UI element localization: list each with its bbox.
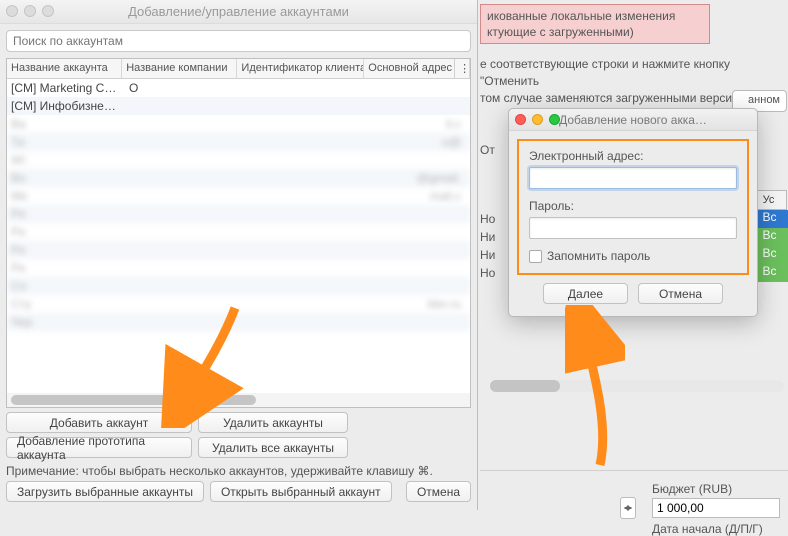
table-cell: Pe [7, 225, 125, 239]
table-cell: Pe [7, 243, 125, 257]
table-cell: bler.ru [373, 297, 465, 311]
table-cell: Bo [7, 171, 125, 185]
table-row[interactable]: [CM] Marketing Co…O [7, 79, 470, 97]
window-controls [515, 114, 560, 125]
table-row[interactable]: Me mail.c [7, 187, 470, 205]
delete-all-button[interactable]: Удалить все аккаунты [198, 437, 348, 458]
table-row[interactable]: Pe [7, 205, 470, 223]
table-cell: O [125, 81, 243, 95]
delete-accounts-button[interactable]: Удалить аккаунты [198, 412, 348, 433]
remember-checkbox[interactable] [529, 250, 542, 263]
col-account-name[interactable]: Название аккаунта [7, 59, 122, 78]
col-client-id[interactable]: Идентификатор клиента [237, 59, 364, 78]
close-icon[interactable] [515, 114, 526, 125]
table-row[interactable]: Та u@ [7, 133, 470, 151]
table-cell: mail.c [373, 189, 465, 203]
email-field[interactable] [529, 167, 737, 189]
budget-input[interactable] [652, 498, 780, 518]
table-body: [CM] Marketing Co…O[CM] Инфобизнес…Bail.… [7, 79, 470, 331]
col-primary-address[interactable]: Основной адрес [364, 59, 454, 78]
table-header: Название аккаунта Название компании Иден… [7, 59, 470, 79]
table-cell: Чер [7, 315, 125, 329]
zoom-icon[interactable] [549, 114, 560, 125]
zoom-icon[interactable] [42, 5, 54, 17]
highlight-box: Электронный адрес: Пароль: Запомнить пар… [517, 139, 749, 275]
note-line: е соответствующие строки и нажмите кнопк… [480, 56, 780, 90]
add-account-button[interactable]: Добавить аккаунт [6, 412, 192, 433]
accounts-table: Название аккаунта Название компании Иден… [6, 58, 471, 408]
table-cell: [CM] Инфобизнес… [7, 99, 125, 113]
minimize-icon[interactable] [532, 114, 543, 125]
table-cell: Сту [7, 297, 125, 311]
email-label: Электронный адрес: [529, 149, 737, 163]
table-cell: Pe [7, 207, 125, 221]
window-controls [6, 5, 54, 17]
selection-hint: Примечание: чтобы выбрать несколько акка… [0, 460, 477, 482]
table-row[interactable]: Pe [7, 223, 470, 241]
bg-note: е соответствующие строки и нажмите кнопк… [480, 56, 780, 90]
bg-scrollbar-thumb[interactable] [490, 380, 560, 392]
add-account-window: Добавление нового акка… Электронный адре… [508, 108, 758, 317]
h-scrollbar-thumb[interactable] [11, 395, 256, 405]
load-selected-button[interactable]: Загрузить выбранные аккаунты [6, 481, 204, 502]
minimize-icon[interactable] [24, 5, 36, 17]
table-cell: @gmail. [373, 171, 465, 185]
remember-label: Запомнить пароль [547, 249, 650, 263]
date-label: Дата начала (Д/П/Г) [652, 522, 763, 536]
password-label: Пароль: [529, 199, 737, 213]
add-window-titlebar: Добавление нового акка… [509, 109, 757, 131]
table-cell: Co [7, 279, 125, 293]
table-cell: Pe [7, 261, 125, 275]
cancel-button[interactable]: Отмена [638, 283, 723, 304]
banner-line: ктующие с загруженными) [487, 25, 703, 41]
next-button[interactable]: Далее [543, 283, 628, 304]
add-prototype-button[interactable]: Добавление прототипа аккаунта [6, 437, 192, 458]
table-row[interactable]: [CM] Инфобизнес… [7, 97, 470, 115]
table-row[interactable]: Чер [7, 313, 470, 331]
search-input[interactable] [6, 30, 471, 52]
table-row[interactable]: Bo @gmail. [7, 169, 470, 187]
table-cell: [CM] Marketing Co… [7, 81, 125, 95]
bg-divider [480, 470, 788, 471]
col-company-name[interactable]: Название компании [122, 59, 237, 78]
table-cell: Та [7, 135, 125, 149]
close-icon[interactable] [6, 5, 18, 17]
conflict-banner: икованные локальные изменения ктующие с … [480, 4, 710, 44]
table-row[interactable]: Ba il.c [7, 115, 470, 133]
table-row[interactable]: Pe [7, 241, 470, 259]
window-title: Добавление/управление аккаунтами [0, 0, 477, 24]
table-cell: Ba [7, 117, 125, 131]
banner-line: икованные локальные изменения [487, 9, 703, 25]
table-cell: W\ [7, 153, 125, 167]
columns-menu-icon[interactable]: ⋮≡ [454, 59, 470, 78]
table-row[interactable]: Сту bler.ru [7, 295, 470, 313]
table-row[interactable]: W\ [7, 151, 470, 169]
bg-stepper[interactable] [620, 497, 636, 519]
cancel-button[interactable]: Отмена [406, 481, 471, 502]
password-field[interactable] [529, 217, 737, 239]
table-cell: u@ [373, 135, 465, 149]
table-row[interactable]: Co [7, 277, 470, 295]
budget-label: Бюджет (RUB) [652, 482, 732, 496]
manage-accounts-window: Добавление/управление аккаунтами Названи… [0, 0, 478, 510]
table-cell: Me [7, 189, 125, 203]
table-cell: il.c [373, 117, 465, 131]
open-selected-button[interactable]: Открыть выбранный аккаунт [210, 481, 392, 502]
table-row[interactable]: Pe [7, 259, 470, 277]
